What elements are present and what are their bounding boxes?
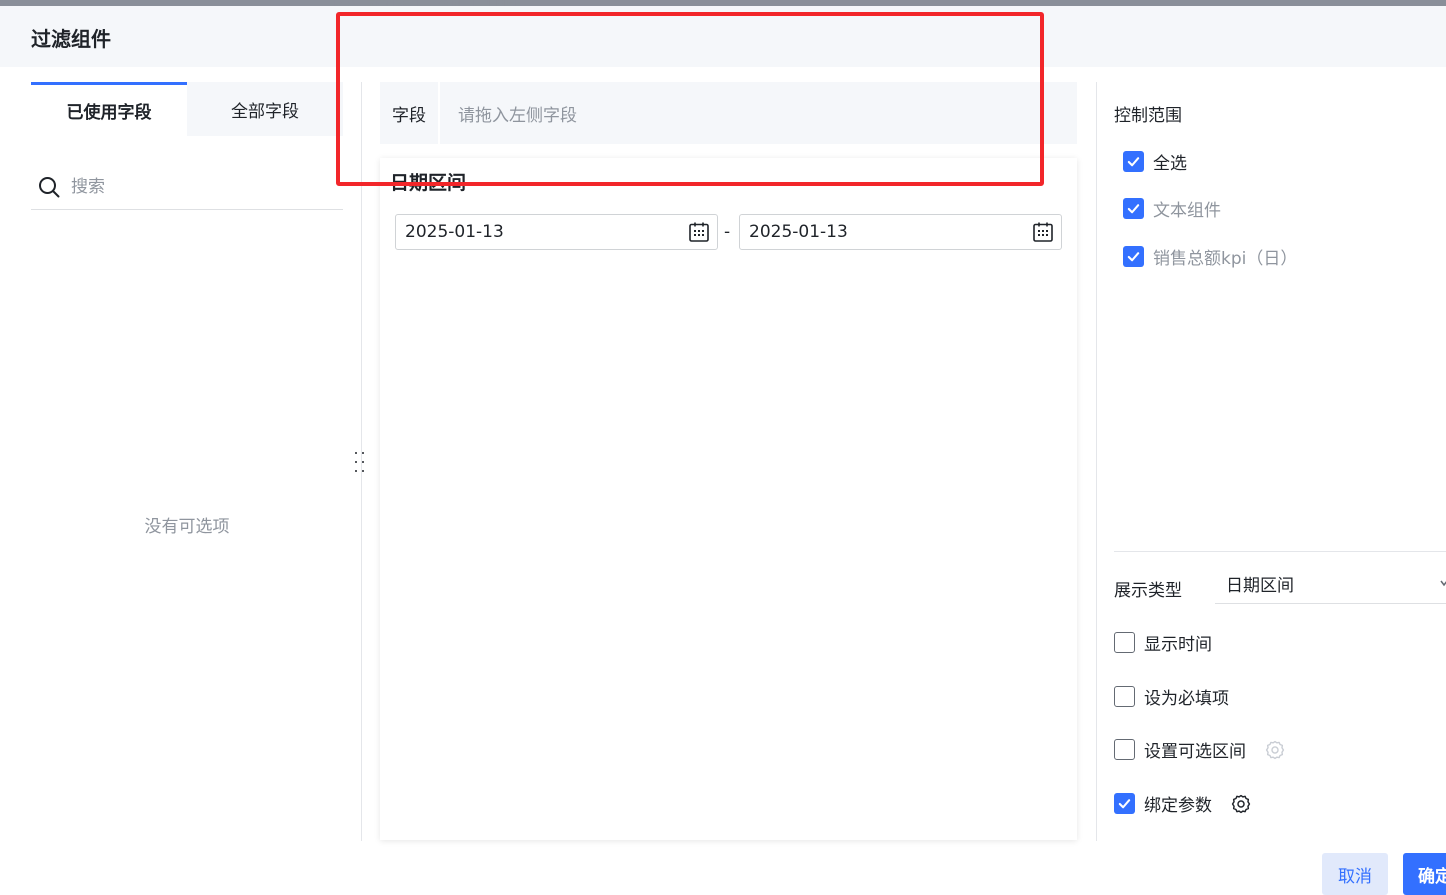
- field-label: 字段: [380, 82, 440, 144]
- field-drop-zone[interactable]: 请拖入左侧字段: [442, 82, 1077, 144]
- option-required[interactable]: 设为必填项: [1114, 684, 1229, 709]
- start-date-value: 2025-01-13: [405, 222, 504, 242]
- cancel-button[interactable]: 取消: [1322, 853, 1388, 895]
- option-selectable-range[interactable]: 设置可选区间: [1114, 737, 1286, 762]
- gear-icon: [1265, 740, 1285, 759]
- checkbox-unchecked[interactable]: [1114, 686, 1135, 707]
- scope-item-label: 全选: [1153, 154, 1187, 174]
- start-date-input[interactable]: 2025-01-13: [395, 214, 718, 250]
- end-date-value: 2025-01-13: [749, 222, 848, 242]
- tab-all-fields[interactable]: 全部字段: [187, 82, 343, 136]
- checkmark-icon: [1127, 157, 1140, 167]
- checkbox-checked[interactable]: [1114, 793, 1135, 814]
- confirm-button[interactable]: 确定: [1403, 853, 1446, 895]
- filter-preview-card: 日期区间 2025-01-13 - 2025-01-13: [380, 158, 1077, 840]
- option-label: 设为必填项: [1144, 689, 1229, 709]
- right-panel-divider: [1114, 551, 1446, 552]
- control-scope-title: 控制范围: [1114, 106, 1182, 126]
- panel-divider-right: [1096, 82, 1097, 841]
- checkbox-unchecked[interactable]: [1114, 632, 1135, 653]
- calendar-icon[interactable]: [1031, 220, 1055, 244]
- option-bind-parameter[interactable]: 绑定参数: [1114, 791, 1252, 816]
- option-label: 显示时间: [1144, 635, 1212, 655]
- checkbox-unchecked[interactable]: [1114, 739, 1135, 760]
- calendar-icon[interactable]: [687, 220, 711, 244]
- scope-item-label: 销售总额kpi（日）: [1153, 249, 1298, 269]
- tab-used-fields[interactable]: 已使用字段: [31, 82, 187, 136]
- filter-component-dialog: 过滤组件 已使用字段 全部字段 没有可选项 字段 请拖入左侧字段 日期区间 20…: [0, 6, 1446, 895]
- option-label: 设置可选区间: [1144, 742, 1246, 762]
- date-range-separator: -: [724, 222, 731, 242]
- checkbox-checked[interactable]: [1123, 198, 1144, 219]
- option-label: 绑定参数: [1144, 796, 1212, 816]
- field-drop-row: 字段 请拖入左侧字段: [380, 82, 1077, 144]
- chevron-down-icon: [1440, 580, 1446, 587]
- preview-title: 日期区间: [390, 172, 467, 194]
- scope-item-text-component[interactable]: 文本组件: [1123, 196, 1221, 221]
- scope-item-sales-kpi[interactable]: 销售总额kpi（日）: [1123, 244, 1297, 269]
- option-show-time[interactable]: 显示时间: [1114, 630, 1212, 655]
- checkbox-checked[interactable]: [1123, 151, 1144, 172]
- field-tabs: 已使用字段 全部字段: [31, 82, 343, 136]
- display-type-value: 日期区间: [1226, 576, 1294, 596]
- dialog-title: 过滤组件: [31, 27, 111, 51]
- gear-icon[interactable]: [1230, 793, 1252, 815]
- scope-select-all[interactable]: 全选: [1123, 149, 1187, 174]
- checkmark-icon: [1118, 799, 1131, 809]
- empty-state-text: 没有可选项: [144, 517, 230, 537]
- drag-handle-icon[interactable]: [353, 452, 367, 474]
- checkbox-checked[interactable]: [1123, 246, 1144, 267]
- field-search: [31, 164, 343, 210]
- search-input[interactable]: [71, 176, 311, 197]
- dialog-header: 过滤组件: [0, 6, 1446, 67]
- end-date-input[interactable]: 2025-01-13: [739, 214, 1062, 250]
- scope-item-label: 文本组件: [1153, 201, 1221, 221]
- search-icon: [39, 176, 60, 197]
- checkmark-icon: [1127, 252, 1140, 262]
- checkmark-icon: [1127, 204, 1140, 214]
- display-type-select[interactable]: 日期区间: [1215, 564, 1446, 604]
- display-type-label: 展示类型: [1114, 581, 1182, 601]
